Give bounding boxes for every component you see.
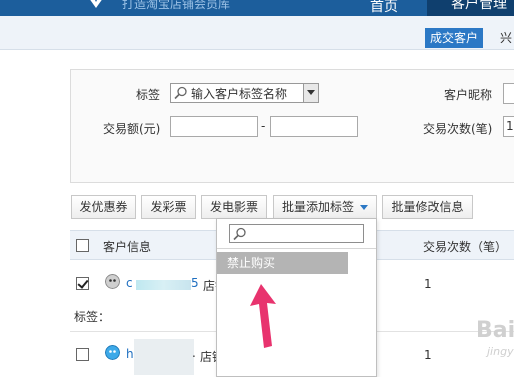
row-tag-label: 标签： [74, 310, 111, 324]
send-coupon-button[interactable]: 发优惠券 [71, 195, 136, 219]
dropdown-item-block-purchase[interactable]: 禁止购买 [217, 252, 348, 274]
tag-select[interactable]: 输入客户标签名称 [170, 83, 319, 103]
top-header: 打造淘宝店铺会员库 首页 客户管理 [0, 0, 514, 16]
tag-label: 标签 [136, 88, 161, 102]
select-all-checkbox[interactable] [76, 239, 89, 252]
trade-count-value: 1 [424, 277, 432, 291]
row-checkbox[interactable] [76, 277, 89, 290]
header-slogan: 打造淘宝店铺会员库 [122, 0, 231, 11]
customer-name-end[interactable]: 5 [191, 276, 199, 290]
amount-max-input[interactable] [270, 116, 358, 137]
amount-label: 交易额(元) [103, 122, 161, 136]
batch-add-tag-label: 批量添加标签 [281, 200, 354, 214]
customer-name-start[interactable]: c [126, 276, 133, 290]
amount-separator: - [261, 119, 266, 133]
tag-select-placeholder: 输入客户标签名称 [191, 87, 288, 101]
chevron-down-icon[interactable] [303, 84, 318, 102]
tag-search-input[interactable] [229, 224, 364, 243]
chevron-down-icon [360, 205, 368, 210]
send-lottery-button[interactable]: 发彩票 [141, 195, 196, 219]
pointer-arrow-icon [250, 284, 276, 348]
column-trade-count: 交易次数（笔） [423, 240, 508, 254]
logo-icon [90, 0, 102, 8]
tag-dropdown: 禁止购买 [216, 218, 377, 377]
row-checkbox[interactable] [76, 348, 89, 361]
sub-navigation: 成交客户 兴 [0, 16, 514, 50]
trade-count-value: 1 [424, 348, 432, 362]
dropdown-divider [217, 248, 376, 249]
nav-home[interactable]: 首页 [370, 0, 398, 16]
tab-next[interactable]: 兴 [500, 28, 512, 48]
blurred-name [136, 280, 191, 290]
tab-closed-customers[interactable]: 成交客户 [425, 28, 484, 48]
watermark-sub: jingy [487, 345, 514, 358]
avatar-icon [105, 274, 120, 289]
avatar-icon [105, 345, 120, 360]
name-dot: . [192, 346, 196, 360]
blurred-name [134, 339, 194, 375]
batch-edit-button[interactable]: 批量修改信息 [382, 195, 473, 219]
search-icon [233, 227, 246, 241]
send-movie-ticket-button[interactable]: 发电影票 [201, 195, 267, 219]
column-customer-info: 客户信息 [103, 240, 152, 254]
nickname-label: 客户昵称 [444, 88, 493, 102]
customer-name-start[interactable]: h [126, 347, 134, 361]
batch-add-tag-button[interactable]: 批量添加标签 [273, 195, 377, 219]
trade-count-label: 交易次数(笔) [423, 122, 493, 136]
watermark: Bai [476, 318, 514, 343]
nickname-input[interactable] [503, 83, 514, 104]
trade-count-input[interactable]: 1 [503, 116, 514, 137]
search-icon [174, 86, 187, 100]
amount-min-input[interactable] [170, 116, 258, 137]
nav-customer-management[interactable]: 客户管理 [427, 0, 514, 16]
